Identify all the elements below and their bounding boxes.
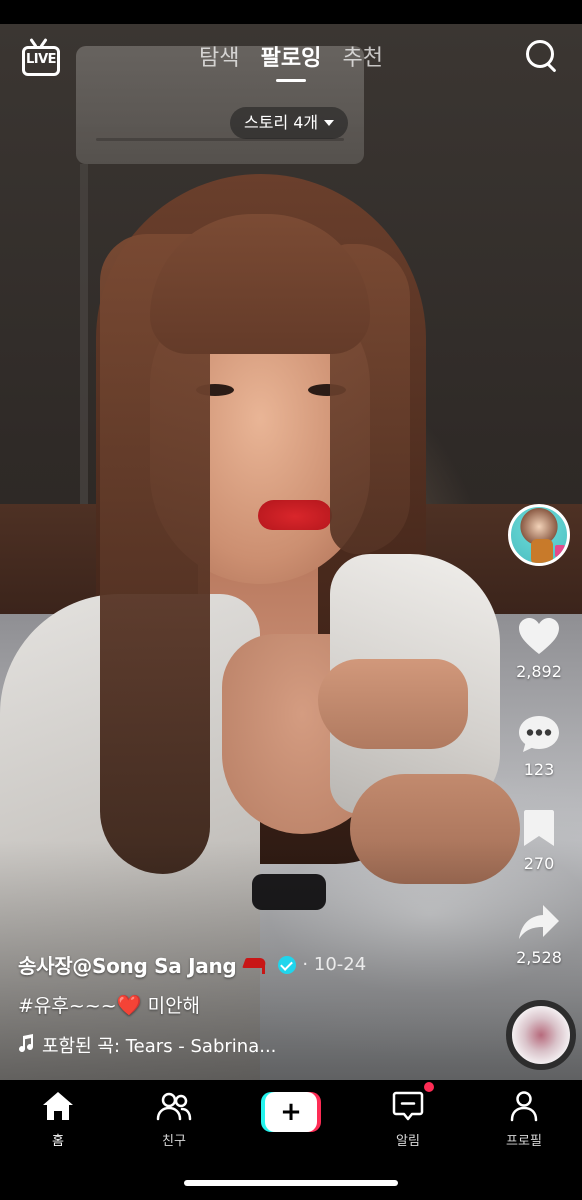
home-indicator[interactable] [184,1180,398,1186]
video-caption: 송사장@Song Sa Jang · 10-24 #유후~~~❤️ 미안해 포함… [18,950,518,1058]
friends-icon [156,1092,192,1121]
story-count-label: 스토리 4개 [244,113,319,132]
top-bar: LIVE 탐색 팔로잉 추천 [0,24,582,90]
notification-dot [424,1082,434,1092]
share-arrow-icon [519,905,559,939]
comment-count: 123 [523,760,555,779]
save-count: 270 [523,854,555,873]
caption-text: #유후~~~❤️ 미안해 [18,991,518,1018]
caption-message: 미안해 [147,995,201,1017]
bookmark-icon [524,810,554,846]
music-title: 포함된 곡: Tears - Sabrina... [42,1036,277,1057]
tab-explore[interactable]: 탐색 [199,40,239,82]
post-date: · 10-24 [302,954,367,975]
nav-friends[interactable]: 친구 [134,1090,214,1149]
inbox-icon [392,1091,424,1121]
nav-profile-label: 프로필 [506,1134,542,1149]
nav-home-label: 홈 [52,1134,64,1149]
search-icon[interactable] [524,38,560,74]
creator-avatar[interactable] [508,504,570,566]
nav-inbox-label: 알림 [396,1134,420,1149]
app-root: LIVE 탐색 팔로잉 추천 스토리 4개 2,892 123 270 2,52… [0,0,582,1200]
nav-profile[interactable]: 프로필 [484,1090,564,1149]
plus-icon: + [280,1097,302,1127]
video-player[interactable] [0,24,582,1080]
profile-icon [510,1091,538,1122]
feed-tabs: 탐색 팔로잉 추천 [0,40,582,82]
nav-home[interactable]: 홈 [18,1090,98,1149]
music-info[interactable]: 포함된 곡: Tears - Sabrina... [18,1032,518,1058]
save-action[interactable]: 270 [506,808,572,873]
nav-inbox[interactable]: 알림 [368,1090,448,1149]
high-heel-icon [242,956,270,974]
verified-badge-icon [278,955,297,974]
story-count-pill[interactable]: 스토리 4개 [230,107,349,139]
tab-for-you[interactable]: 추천 [342,40,382,82]
heart-icon [519,618,559,654]
tab-following[interactable]: 팔로잉 [261,40,322,82]
author-name[interactable]: 송사장@Song Sa Jang [18,950,237,979]
like-count: 2,892 [516,662,562,681]
like-action[interactable]: 2,892 [506,616,572,681]
home-icon [43,1092,73,1120]
red-heart-icon: ❤️ [116,993,142,1017]
comment-icon [519,716,559,752]
chevron-down-icon [324,120,335,126]
comment-action[interactable]: 123 [506,714,572,779]
nav-friends-label: 친구 [162,1134,186,1149]
hashtag-yuhu[interactable]: #유후~~~ [18,995,117,1017]
music-note-icon [19,1034,34,1052]
author-line: 송사장@Song Sa Jang · 10-24 [18,950,518,979]
create-button[interactable]: + [261,1092,321,1132]
